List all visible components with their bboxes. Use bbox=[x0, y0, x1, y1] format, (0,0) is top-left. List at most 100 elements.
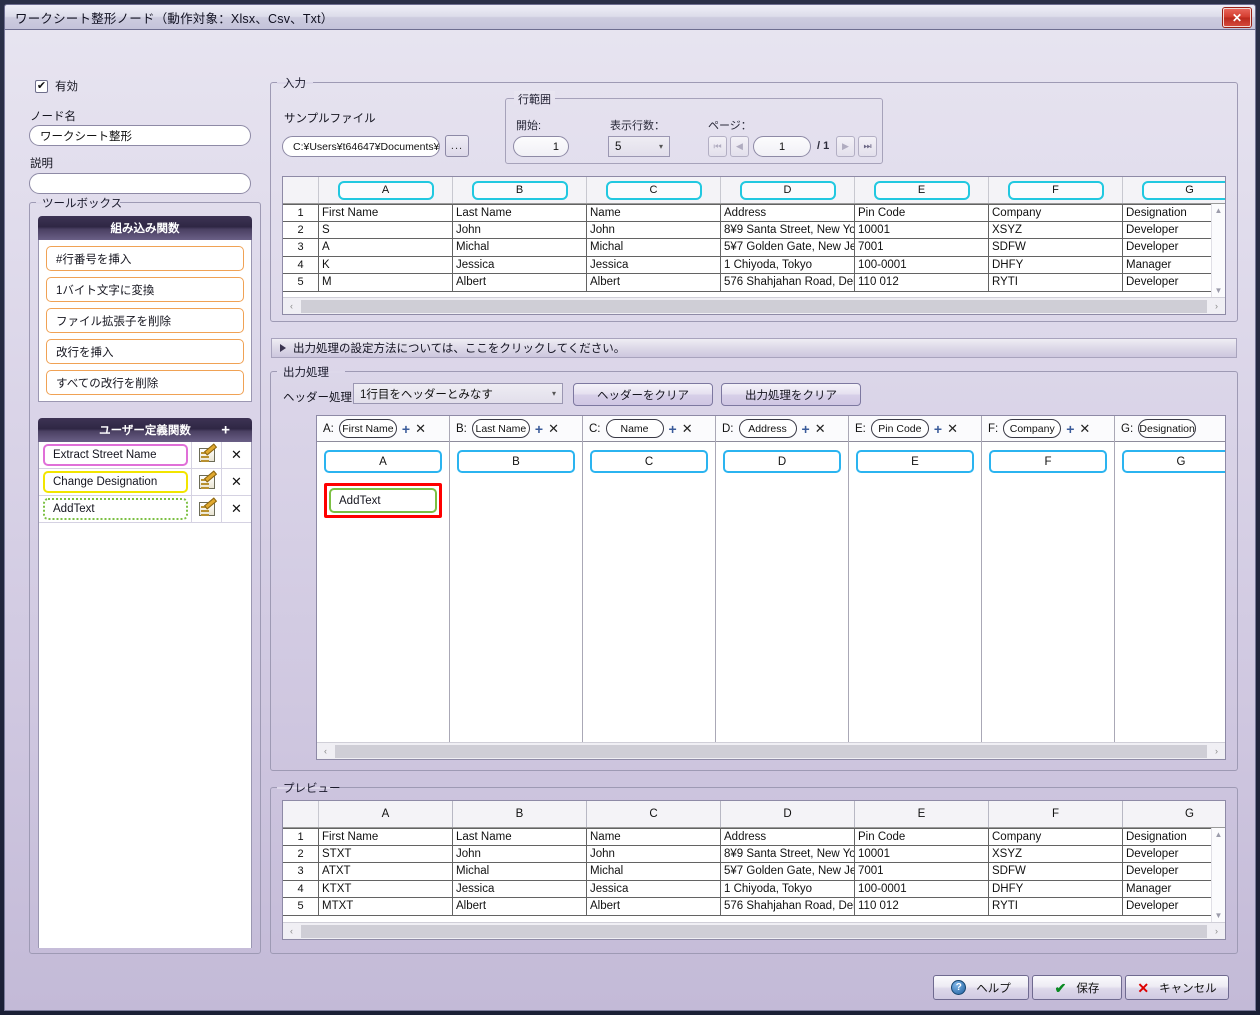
edit-icon[interactable] bbox=[191, 469, 221, 495]
remove-column-icon[interactable]: ✕ bbox=[947, 422, 958, 435]
preview-col-header-D[interactable]: D bbox=[721, 801, 855, 827]
preview-col-header-E[interactable]: E bbox=[855, 801, 989, 827]
builtin-item[interactable]: ファイル拡張子を削除 bbox=[46, 308, 244, 333]
column-name-input[interactable]: Address bbox=[738, 419, 797, 438]
cell[interactable]: Pin Code bbox=[855, 205, 989, 221]
source-column-selector[interactable]: E bbox=[856, 450, 974, 473]
page-input[interactable]: 1 bbox=[753, 136, 811, 157]
next-page-icon[interactable]: ▶ bbox=[836, 136, 855, 157]
cell[interactable]: John bbox=[587, 221, 721, 238]
rows-select[interactable]: 5 ▾ bbox=[608, 136, 670, 157]
input-col-header-E[interactable]: E bbox=[855, 177, 989, 203]
clear-header-button[interactable]: ヘッダーをクリア bbox=[573, 383, 713, 406]
scroll-left-icon[interactable]: ‹ bbox=[283, 926, 300, 936]
cell[interactable]: Last Name bbox=[453, 205, 587, 221]
cell[interactable]: Albert bbox=[587, 274, 721, 291]
cell[interactable]: DHFY bbox=[989, 256, 1123, 273]
add-function-icon[interactable]: + bbox=[402, 422, 410, 436]
cell[interactable]: Company bbox=[989, 205, 1123, 221]
browse-button[interactable]: ... bbox=[445, 135, 469, 157]
cell[interactable]: First Name bbox=[319, 205, 453, 221]
delete-icon[interactable]: ✕ bbox=[221, 442, 251, 468]
source-column-selector[interactable]: B bbox=[457, 450, 575, 473]
cell[interactable]: RYTI bbox=[989, 274, 1123, 291]
add-function-icon[interactable]: + bbox=[1066, 422, 1074, 436]
column-name-input[interactable]: Pin Code bbox=[870, 419, 929, 438]
delete-icon[interactable]: ✕ bbox=[221, 496, 251, 522]
header-proc-select[interactable]: 1行目をヘッダーとみなす ▾ bbox=[353, 383, 563, 404]
input-col-header-F[interactable]: F bbox=[989, 177, 1123, 203]
assigned-function[interactable]: AddText bbox=[329, 488, 437, 513]
source-column-selector[interactable]: C bbox=[590, 450, 708, 473]
column-name-input[interactable]: Company bbox=[1003, 419, 1062, 438]
add-function-icon[interactable]: + bbox=[669, 422, 677, 436]
cell[interactable]: Jessica bbox=[587, 256, 721, 273]
user-function-name[interactable]: AddText bbox=[43, 498, 188, 520]
source-column-selector[interactable]: A bbox=[324, 450, 442, 473]
save-button[interactable]: ✔ 保存 bbox=[1032, 975, 1122, 1000]
scroll-right-icon[interactable]: › bbox=[1208, 301, 1225, 311]
cell[interactable]: Albert bbox=[453, 274, 587, 291]
cell[interactable]: Jessica bbox=[453, 256, 587, 273]
preview-grid-vscrollbar[interactable]: ▲ ▼ bbox=[1211, 828, 1225, 922]
start-input[interactable]: 1 bbox=[513, 136, 569, 157]
builtin-item[interactable]: すべての改行を削除 bbox=[46, 370, 244, 395]
first-page-icon[interactable]: ⏮ bbox=[708, 136, 727, 157]
edit-icon[interactable] bbox=[191, 496, 221, 522]
scroll-down-icon[interactable]: ▼ bbox=[1215, 911, 1223, 920]
cell[interactable]: S bbox=[319, 221, 453, 238]
builtin-item[interactable]: 改行を挿入 bbox=[46, 339, 244, 364]
cell[interactable]: A bbox=[319, 239, 453, 256]
preview-col-header-G[interactable]: G bbox=[1123, 801, 1225, 827]
cell[interactable]: 110 012 bbox=[855, 274, 989, 291]
scroll-up-icon[interactable]: ▲ bbox=[1215, 830, 1223, 839]
source-column-selector[interactable]: F bbox=[989, 450, 1107, 473]
cell[interactable]: XSYZ bbox=[989, 221, 1123, 238]
scroll-left-icon[interactable]: ‹ bbox=[283, 301, 300, 311]
scroll-right-icon[interactable]: › bbox=[1208, 746, 1225, 756]
input-grid-hscrollbar[interactable]: ‹ › bbox=[283, 297, 1225, 314]
column-name-input[interactable]: Designation bbox=[1138, 419, 1197, 438]
add-user-function-button[interactable]: + bbox=[221, 423, 230, 438]
clear-output-button[interactable]: 出力処理をクリア bbox=[721, 383, 861, 406]
input-grid-vscrollbar[interactable]: ▲ ▼ bbox=[1211, 204, 1225, 297]
cell[interactable]: John bbox=[453, 221, 587, 238]
delete-icon[interactable]: ✕ bbox=[221, 469, 251, 495]
builtin-item[interactable]: 1バイト文字に変換 bbox=[46, 277, 244, 302]
preview-col-header-F[interactable]: F bbox=[989, 801, 1123, 827]
builtin-item[interactable]: #行番号を挿入 bbox=[46, 246, 244, 271]
add-function-icon[interactable]: + bbox=[802, 422, 810, 436]
add-function-icon[interactable]: + bbox=[934, 422, 942, 436]
remove-column-icon[interactable]: ✕ bbox=[415, 422, 426, 435]
scroll-thumb[interactable] bbox=[335, 744, 1207, 758]
cell[interactable]: K bbox=[319, 256, 453, 273]
cell[interactable]: 5¥7 Golden Gate, New Jersey bbox=[721, 239, 855, 256]
enabled-checkbox-row[interactable]: ✔ 有効 bbox=[35, 78, 78, 94]
output-help-bar[interactable]: 出力処理の設定方法については、ここをクリックしてください。 bbox=[271, 338, 1237, 358]
scroll-down-icon[interactable]: ▼ bbox=[1215, 286, 1223, 295]
remove-column-icon[interactable]: ✕ bbox=[548, 422, 559, 435]
input-col-header-A[interactable]: A bbox=[319, 177, 453, 203]
close-icon[interactable]: ✕ bbox=[1223, 8, 1251, 27]
cell[interactable]: 576 Shahjahan Road, Delhi bbox=[721, 274, 855, 291]
enabled-checkbox[interactable]: ✔ bbox=[35, 79, 48, 93]
input-col-header-G[interactable]: G bbox=[1123, 177, 1225, 203]
description-input[interactable] bbox=[29, 173, 251, 194]
node-name-input[interactable]: ワークシート整形 bbox=[29, 125, 251, 146]
remove-column-icon[interactable]: ✕ bbox=[682, 422, 693, 435]
preview-col-header-B[interactable]: B bbox=[453, 801, 587, 827]
input-col-header-B[interactable]: B bbox=[453, 177, 587, 203]
cell[interactable]: 8¥9 Santa Street, New York bbox=[721, 221, 855, 238]
preview-col-header-A[interactable]: A bbox=[319, 801, 453, 827]
cell[interactable]: 7001 bbox=[855, 239, 989, 256]
user-function-name[interactable]: Change Designation bbox=[43, 471, 188, 493]
cell[interactable]: 10001 bbox=[855, 221, 989, 238]
cell[interactable]: Michal bbox=[453, 239, 587, 256]
scroll-thumb[interactable] bbox=[301, 299, 1207, 313]
last-page-icon[interactable]: ⏭ bbox=[858, 136, 877, 157]
help-button[interactable]: ? ヘルプ bbox=[933, 975, 1029, 1000]
preview-col-header-C[interactable]: C bbox=[587, 801, 721, 827]
column-name-input[interactable]: Name bbox=[605, 419, 664, 438]
scroll-right-icon[interactable]: › bbox=[1208, 926, 1225, 936]
add-function-icon[interactable]: + bbox=[535, 422, 543, 436]
